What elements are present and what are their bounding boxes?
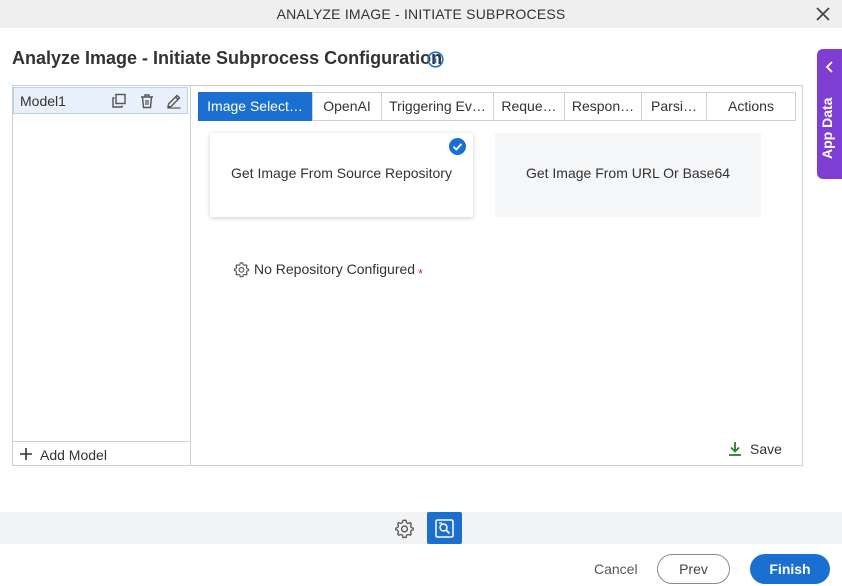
edit-icon[interactable] bbox=[166, 93, 182, 109]
save-label: Save bbox=[750, 441, 782, 457]
model-list-item[interactable]: Model1 bbox=[13, 87, 188, 114]
required-marker: * bbox=[418, 266, 424, 281]
plus-icon bbox=[20, 448, 32, 460]
url-base64-option[interactable]: Get Image From URL Or Base64 bbox=[495, 133, 761, 217]
gear-icon bbox=[233, 262, 250, 278]
close-icon[interactable] bbox=[814, 5, 832, 23]
source-repository-label: Get Image From Source Repository bbox=[231, 165, 452, 181]
tab-request[interactable]: Reque… bbox=[493, 92, 565, 121]
add-model-button[interactable]: Add Model bbox=[12, 441, 190, 466]
tab-actions[interactable]: Actions bbox=[706, 92, 796, 121]
tab-response[interactable]: Respon… bbox=[564, 92, 642, 121]
prev-button[interactable]: Prev bbox=[657, 554, 730, 584]
bottom-toolbar bbox=[0, 512, 842, 544]
tab-openai[interactable]: OpenAI bbox=[312, 92, 382, 121]
check-circle-icon bbox=[449, 138, 466, 155]
delete-icon[interactable] bbox=[139, 93, 155, 109]
window-title-bar: ANALYZE IMAGE - INITIATE SUBPROCESS bbox=[0, 0, 842, 28]
settings-icon[interactable] bbox=[394, 518, 415, 539]
image-search-icon bbox=[435, 519, 454, 538]
copy-icon[interactable] bbox=[111, 93, 127, 109]
window-title: ANALYZE IMAGE - INITIATE SUBPROCESS bbox=[276, 6, 566, 22]
tab-image-selection[interactable]: Image Select… bbox=[198, 92, 312, 121]
url-base64-label: Get Image From URL Or Base64 bbox=[525, 165, 731, 181]
download-icon bbox=[729, 442, 741, 456]
repository-status: No Repository Configured bbox=[254, 261, 416, 277]
chevron-left-icon bbox=[825, 61, 833, 73]
source-repository-option[interactable]: Get Image From Source Repository bbox=[210, 133, 473, 217]
model-name: Model1 bbox=[20, 93, 66, 109]
app-data-tab[interactable]: App Data bbox=[817, 49, 842, 179]
tab-triggering-events[interactable]: Triggering Ev… bbox=[381, 92, 494, 121]
analyze-image-button[interactable] bbox=[427, 512, 462, 544]
tab-parsing[interactable]: Parsi… bbox=[641, 92, 707, 121]
info-icon[interactable] bbox=[427, 51, 444, 68]
app-data-label: App Data bbox=[819, 97, 835, 159]
cancel-button[interactable]: Cancel bbox=[594, 561, 638, 577]
add-model-label: Add Model bbox=[40, 447, 107, 463]
model-list-panel: Model1 Add Model bbox=[12, 85, 191, 466]
page-title: Analyze Image - Initiate Subprocess Conf… bbox=[12, 48, 443, 68]
finish-button[interactable]: Finish bbox=[750, 554, 830, 584]
